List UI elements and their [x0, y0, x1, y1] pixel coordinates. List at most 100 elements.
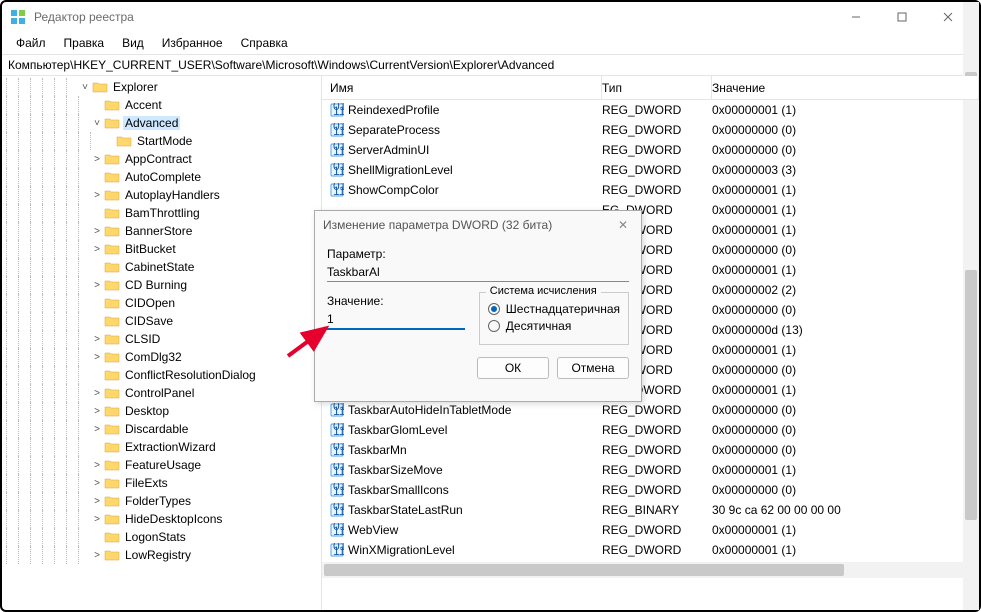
- window-title: Редактор реестра: [34, 10, 833, 24]
- tree-item-cabinetstate[interactable]: CabinetState: [2, 258, 321, 276]
- minimize-button[interactable]: [833, 2, 879, 32]
- chevron-icon[interactable]: >: [90, 460, 104, 471]
- svg-text:110: 110: [333, 144, 344, 157]
- chevron-icon[interactable]: >: [90, 280, 104, 291]
- dialog-title-text: Изменение параметра DWORD (32 бита): [323, 218, 613, 232]
- menu-вид[interactable]: Вид: [114, 34, 152, 52]
- col-value[interactable]: Значение: [712, 76, 979, 99]
- list-scrollbar-v[interactable]: [963, 100, 979, 610]
- chevron-icon[interactable]: >: [90, 154, 104, 165]
- param-label: Параметр:: [327, 247, 629, 261]
- tree-item-comdlg32[interactable]: >ComDlg32: [2, 348, 321, 366]
- tree-item-discardable[interactable]: >Discardable: [2, 420, 321, 438]
- ok-button[interactable]: ОК: [477, 357, 549, 379]
- col-type[interactable]: Тип: [602, 76, 712, 99]
- tree-item-featureusage[interactable]: >FeatureUsage: [2, 456, 321, 474]
- chevron-icon[interactable]: >: [90, 496, 104, 507]
- chevron-icon[interactable]: ˅: [78, 82, 92, 93]
- tree-item-cidsave[interactable]: CIDSave: [2, 312, 321, 330]
- tree-item-bamthrottling[interactable]: BamThrottling: [2, 204, 321, 222]
- value-row[interactable]: 011110SeparateProcessREG_DWORD0x00000000…: [322, 120, 979, 140]
- tree-item-autocomplete[interactable]: AutoComplete: [2, 168, 321, 186]
- tree-item-appcontract[interactable]: >AppContract: [2, 150, 321, 168]
- tree-item-logonstats[interactable]: LogonStats: [2, 528, 321, 546]
- tree-item-desktop[interactable]: >Desktop: [2, 402, 321, 420]
- chevron-icon[interactable]: >: [90, 388, 104, 399]
- chevron-icon[interactable]: >: [90, 226, 104, 237]
- app-icon: [10, 9, 26, 25]
- value-row[interactable]: 011110WinXMigrationLevelREG_DWORD0x00000…: [322, 540, 979, 560]
- chevron-icon[interactable]: >: [90, 334, 104, 345]
- radio-hex[interactable]: Шестнадцатеричная: [488, 302, 620, 316]
- chevron-icon[interactable]: >: [90, 352, 104, 363]
- tree-item-foldertypes[interactable]: >FolderTypes: [2, 492, 321, 510]
- cancel-button[interactable]: Отмена: [557, 357, 629, 379]
- tree-item-bannerstore[interactable]: >BannerStore: [2, 222, 321, 240]
- value-row[interactable]: 011110TaskbarAutoHideInTabletModeREG_DWO…: [322, 400, 979, 420]
- value-row[interactable]: 011110WebViewREG_DWORD0x00000001 (1): [322, 520, 979, 540]
- tree-item-cd-burning[interactable]: >CD Burning: [2, 276, 321, 294]
- tree-item-bitbucket[interactable]: >BitBucket: [2, 240, 321, 258]
- chevron-icon[interactable]: >: [90, 550, 104, 561]
- base-legend: Система исчисления: [486, 285, 601, 297]
- tree-item-lowregistry[interactable]: >LowRegistry: [2, 546, 321, 564]
- radio-dec-icon: [488, 320, 500, 332]
- value-row[interactable]: 011110TaskbarStateLastRunREG_BINARY30 9c…: [322, 500, 979, 520]
- tree-item-explorer[interactable]: ˅Explorer: [2, 78, 321, 96]
- chevron-icon[interactable]: >: [90, 190, 104, 201]
- radio-dec[interactable]: Десятичная: [488, 319, 620, 333]
- chevron-icon[interactable]: >: [90, 244, 104, 255]
- tree-item-conflictresolutiondialog[interactable]: ConflictResolutionDialog: [2, 366, 321, 384]
- svg-text:110: 110: [333, 544, 344, 557]
- tree-item-cidopen[interactable]: CIDOpen: [2, 294, 321, 312]
- value-row[interactable]: 011110TaskbarSmallIconsREG_DWORD0x000000…: [322, 480, 979, 500]
- svg-text:110: 110: [333, 104, 344, 117]
- value-input[interactable]: [327, 310, 465, 330]
- menu-справка[interactable]: Справка: [233, 34, 296, 52]
- value-row[interactable]: 011110TaskbarGlomLevelREG_DWORD0x0000000…: [322, 420, 979, 440]
- svg-text:110: 110: [333, 504, 344, 517]
- value-row[interactable]: 011110TaskbarMnREG_DWORD0x00000000 (0): [322, 440, 979, 460]
- svg-text:110: 110: [333, 404, 344, 417]
- menu-избранное[interactable]: Избранное: [154, 34, 231, 52]
- tree-pane[interactable]: ˅ExplorerAccent˅AdvancedStartMode>AppCon…: [2, 76, 322, 610]
- tree-item-hidedesktopicons[interactable]: >HideDesktopIcons: [2, 510, 321, 528]
- radio-hex-icon: [488, 303, 500, 315]
- tree-item-clsid[interactable]: >CLSID: [2, 330, 321, 348]
- chevron-icon[interactable]: >: [90, 424, 104, 435]
- tree-item-advanced[interactable]: ˅Advanced: [2, 114, 321, 132]
- tree-item-accent[interactable]: Accent: [2, 96, 321, 114]
- chevron-icon[interactable]: >: [90, 406, 104, 417]
- tree-item-fileexts[interactable]: >FileExts: [2, 474, 321, 492]
- tree-item-controlpanel[interactable]: >ControlPanel: [2, 384, 321, 402]
- menu-файл[interactable]: Файл: [8, 34, 54, 52]
- tree-item-startmode[interactable]: StartMode: [2, 132, 321, 150]
- tree-item-extractionwizard[interactable]: ExtractionWizard: [2, 438, 321, 456]
- svg-text:110: 110: [333, 164, 344, 177]
- svg-text:110: 110: [333, 444, 344, 457]
- svg-text:110: 110: [333, 524, 344, 537]
- tree-item-autoplayhandlers[interactable]: >AutoplayHandlers: [2, 186, 321, 204]
- chevron-icon[interactable]: >: [90, 514, 104, 525]
- svg-text:110: 110: [333, 464, 344, 477]
- chevron-icon[interactable]: >: [90, 478, 104, 489]
- col-name[interactable]: Имя: [322, 76, 602, 99]
- value-row[interactable]: 011110ShellMigrationLevelREG_DWORD0x0000…: [322, 160, 979, 180]
- list-header: Имя Тип Значение: [322, 76, 979, 100]
- chevron-icon[interactable]: ˅: [90, 118, 104, 129]
- address-bar[interactable]: Компьютер\HKEY_CURRENT_USER\Software\Mic…: [2, 54, 979, 76]
- list-scrollbar-h[interactable]: [322, 562, 979, 578]
- value-row[interactable]: 011110ReindexedProfileREG_DWORD0x0000000…: [322, 100, 979, 120]
- dialog-close-button[interactable]: ✕: [613, 218, 633, 232]
- value-row[interactable]: 011110ServerAdminUIREG_DWORD0x00000000 (…: [322, 140, 979, 160]
- value-row[interactable]: 011110ShowCompColorREG_DWORD0x00000001 (…: [322, 180, 979, 200]
- value-label: Значение:: [327, 294, 465, 308]
- param-input[interactable]: [327, 263, 629, 282]
- maximize-button[interactable]: [879, 2, 925, 32]
- dialog-titlebar[interactable]: Изменение параметра DWORD (32 бита) ✕: [315, 211, 641, 239]
- value-row[interactable]: 011110TaskbarSizeMoveREG_DWORD0x00000001…: [322, 460, 979, 480]
- menu-правка[interactable]: Правка: [56, 34, 113, 52]
- address-text: Компьютер\HKEY_CURRENT_USER\Software\Mic…: [8, 58, 554, 72]
- menubar: ФайлПравкаВидИзбранноеСправка: [2, 32, 979, 54]
- svg-text:110: 110: [333, 184, 344, 197]
